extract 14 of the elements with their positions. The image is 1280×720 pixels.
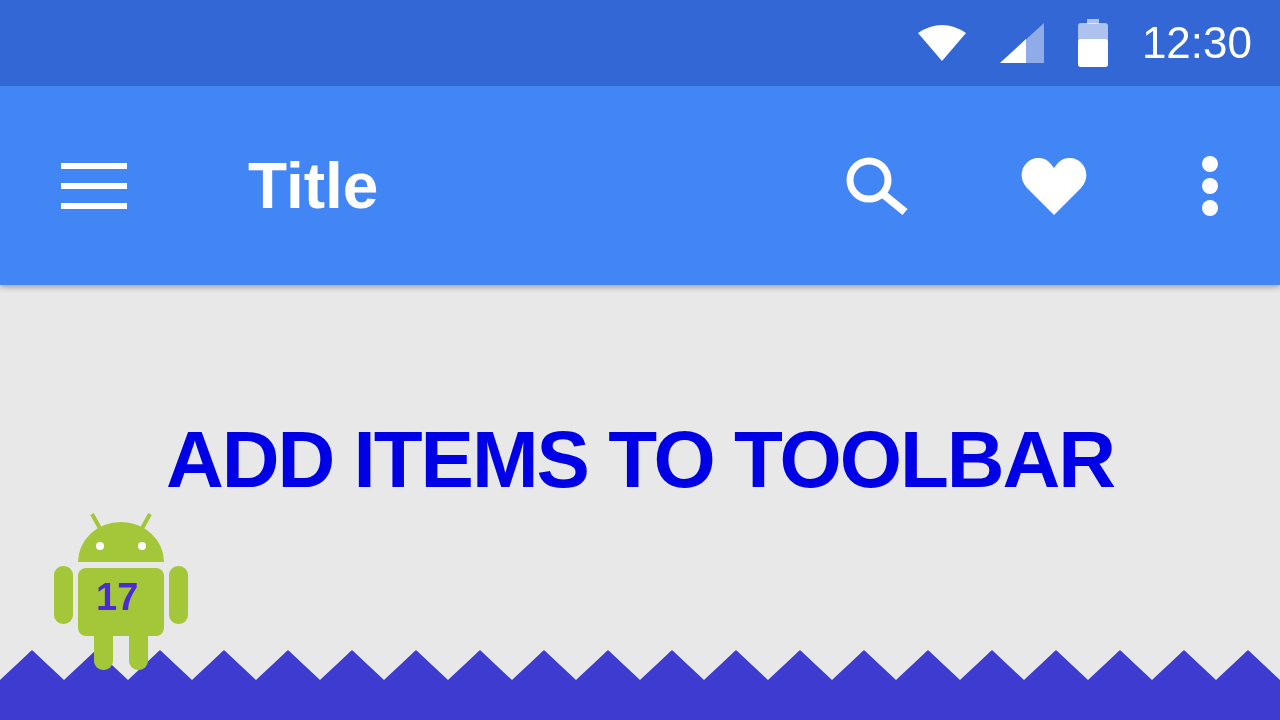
status-time: 12:30 xyxy=(1141,21,1252,65)
menu-icon xyxy=(61,162,127,209)
robot-icon xyxy=(54,512,188,670)
wifi-icon xyxy=(917,25,966,61)
version-number: 17 xyxy=(96,578,139,616)
heart-icon xyxy=(1021,156,1087,215)
more-button[interactable] xyxy=(1200,155,1220,216)
search-icon xyxy=(845,155,909,216)
menu-button[interactable] xyxy=(60,160,128,211)
headline: ADD ITEMS TO TOOLBAR xyxy=(165,420,1115,500)
more-icon xyxy=(1201,155,1219,216)
battery-icon xyxy=(1077,19,1108,67)
toolbar-title: Title xyxy=(248,153,379,218)
signal-icon xyxy=(999,23,1044,63)
